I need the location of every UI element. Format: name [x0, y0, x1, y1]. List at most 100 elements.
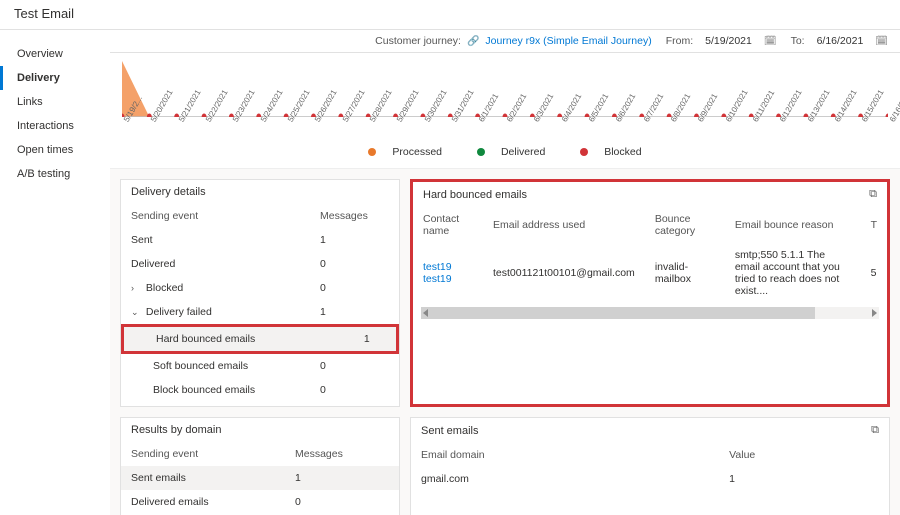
col-contact[interactable]: Contact name — [413, 207, 483, 243]
col-reason[interactable]: Email bounce reason — [725, 207, 861, 243]
tick-label: 6/13/2021 — [806, 119, 814, 124]
table-row[interactable]: ⌄ Delivery failed 1 — [121, 300, 399, 324]
journey-label: Customer journey: — [375, 35, 461, 47]
sidebar-item-a-b-testing[interactable]: A/B testing — [0, 162, 110, 186]
row-value: 1 — [354, 327, 396, 351]
content-area: Customer journey: 🔗 Journey r9x (Simple … — [110, 30, 900, 515]
tick-label: 6/15/2021 — [860, 119, 868, 124]
sidebar-item-delivery[interactable]: Delivery — [0, 66, 110, 90]
tick-label: 6/14/2021 — [833, 119, 841, 124]
tick-label: 6/6/2021 — [614, 119, 622, 124]
sidebar-item-links[interactable]: Links — [0, 90, 110, 114]
col-trail[interactable]: T — [861, 207, 887, 243]
table-row[interactable]: Sent 1 — [121, 228, 399, 252]
tick-label: 6/1/2021 — [477, 119, 485, 124]
cell-reason: smtp;550 5.1.1 The email account that yo… — [725, 243, 861, 303]
sidebar: OverviewDeliveryLinksInteractionsOpen ti… — [0, 30, 110, 515]
to-label: To: — [791, 35, 805, 47]
table-row[interactable]: Delivered emails0 — [121, 490, 399, 514]
col-category[interactable]: Bounce category — [645, 207, 725, 243]
table-row[interactable]: Soft bounced emails 0 — [121, 354, 399, 378]
sidebar-item-overview[interactable]: Overview — [0, 42, 110, 66]
tick-label: 5/27/2021 — [341, 119, 349, 124]
header-bar: Customer journey: 🔗 Journey r9x (Simple … — [110, 30, 900, 53]
tick-label: 6/2/2021 — [505, 119, 513, 124]
table-row[interactable]: test19 test19 test001121t00101@gmail.com… — [413, 243, 887, 303]
row-value: 1 — [310, 300, 399, 324]
table-row[interactable]: Hard bounced emails 1 — [124, 327, 396, 351]
table-row[interactable]: Sent emails1 — [121, 466, 399, 490]
tick-label: 6/11/2021 — [751, 119, 759, 124]
col-sending-event[interactable]: Sending event — [121, 442, 285, 466]
row-value: 0 — [285, 490, 399, 514]
legend-blocked: Blocked — [604, 146, 641, 158]
tick-label: 6/3/2021 — [532, 119, 540, 124]
col-sending-event[interactable]: Sending event — [121, 204, 310, 228]
tick-label: 6/8/2021 — [669, 119, 677, 124]
results-by-domain-card: Results by domain Sending event Messages… — [120, 417, 400, 515]
tick-label: 6/4/2021 — [560, 119, 568, 124]
tick-label: 5/22/2021 — [204, 119, 212, 124]
horizontal-scrollbar[interactable] — [421, 307, 879, 319]
hard-bounced-title: Hard bounced emails — [423, 189, 527, 201]
row-label: Block bounced emails — [153, 384, 255, 396]
legend-processed: Processed — [392, 146, 442, 158]
delivery-details-table: Sending event Messages Sent1Delivered0› … — [121, 204, 399, 402]
row-label: Delivery failed — [146, 306, 212, 318]
chevron-down-icon[interactable]: ⌄ — [131, 307, 143, 318]
results-by-domain-table: Sending event Messages Sent emails1Deliv… — [121, 442, 399, 514]
tick-label: 5/25/2021 — [286, 119, 294, 124]
table-row[interactable]: Block bounced emails 0 — [121, 378, 399, 402]
row-label: Sent — [131, 234, 153, 246]
delivery-details-card: Delivery details Sending event Messages … — [120, 179, 400, 407]
tick-label: 6/9/2021 — [696, 119, 704, 124]
row-value: 1 — [310, 228, 399, 252]
journey-link[interactable]: Journey r9x (Simple Email Journey) — [485, 35, 651, 47]
tick-label: 6/5/2021 — [587, 119, 595, 124]
cell-category: invalid-mailbox — [645, 243, 725, 303]
row-label: Hard bounced emails — [156, 333, 255, 345]
row-value: 0 — [310, 378, 399, 402]
to-date[interactable]: 6/16/2021 — [811, 34, 870, 48]
processed-dot-icon — [368, 148, 376, 156]
tick-label: 5/20/2021 — [149, 119, 157, 124]
row-label: Soft bounced emails — [153, 360, 248, 372]
tick-label: 5/29/2021 — [395, 119, 403, 124]
export-icon[interactable]: ⧉ — [869, 188, 877, 201]
tick-label: 6/12/2021 — [778, 119, 786, 124]
col-email[interactable]: Email address used — [483, 207, 645, 243]
from-date[interactable]: 5/19/2021 — [699, 34, 758, 48]
table-row[interactable]: gmail.com1 — [411, 467, 889, 491]
sidebar-item-interactions[interactable]: Interactions — [0, 114, 110, 138]
calendar-icon[interactable]: 🗓 — [764, 36, 777, 47]
col-messages[interactable]: Messages — [285, 442, 399, 466]
chevron-right-icon[interactable]: › — [131, 283, 143, 293]
tick-label: 5/26/2021 — [313, 119, 321, 124]
table-row[interactable]: Delivered0 — [121, 252, 399, 276]
row-label: gmail.com — [411, 467, 719, 491]
tick-label: 6/16/2021 — [888, 119, 896, 124]
tick-label: 5/19/2... — [122, 119, 130, 124]
sidebar-item-open-times[interactable]: Open times — [0, 138, 110, 162]
tick-label: 5/31/2021 — [450, 119, 458, 124]
row-label: Sent emails — [121, 466, 285, 490]
delivered-dot-icon — [477, 148, 485, 156]
timeline-card: 5/19/2...5/20/20215/21/20215/22/20215/23… — [110, 53, 900, 169]
row-value: 1 — [719, 467, 889, 491]
export-icon[interactable]: ⧉ — [871, 424, 879, 437]
row-value: 0 — [310, 354, 399, 378]
journey-icon: 🔗 — [467, 36, 479, 47]
from-label: From: — [666, 35, 693, 47]
col-messages[interactable]: Messages — [310, 204, 399, 228]
calendar-icon[interactable]: 🗓 — [875, 36, 888, 47]
col-value[interactable]: Value — [719, 443, 889, 467]
sent-emails-title: Sent emails — [421, 425, 478, 437]
timeline-legend: Processed Delivered Blocked — [122, 146, 888, 158]
sent-emails-card: Sent emails ⧉ Email domain Value gmail.c… — [410, 417, 890, 515]
tick-label: 6/10/2021 — [724, 119, 732, 124]
contact-link[interactable]: test19 test19 — [423, 261, 452, 285]
tick-label: 6/7/2021 — [642, 119, 650, 124]
table-row[interactable]: › Blocked0 — [121, 276, 399, 300]
tick-label: 5/30/2021 — [423, 119, 431, 124]
col-domain[interactable]: Email domain — [411, 443, 719, 467]
